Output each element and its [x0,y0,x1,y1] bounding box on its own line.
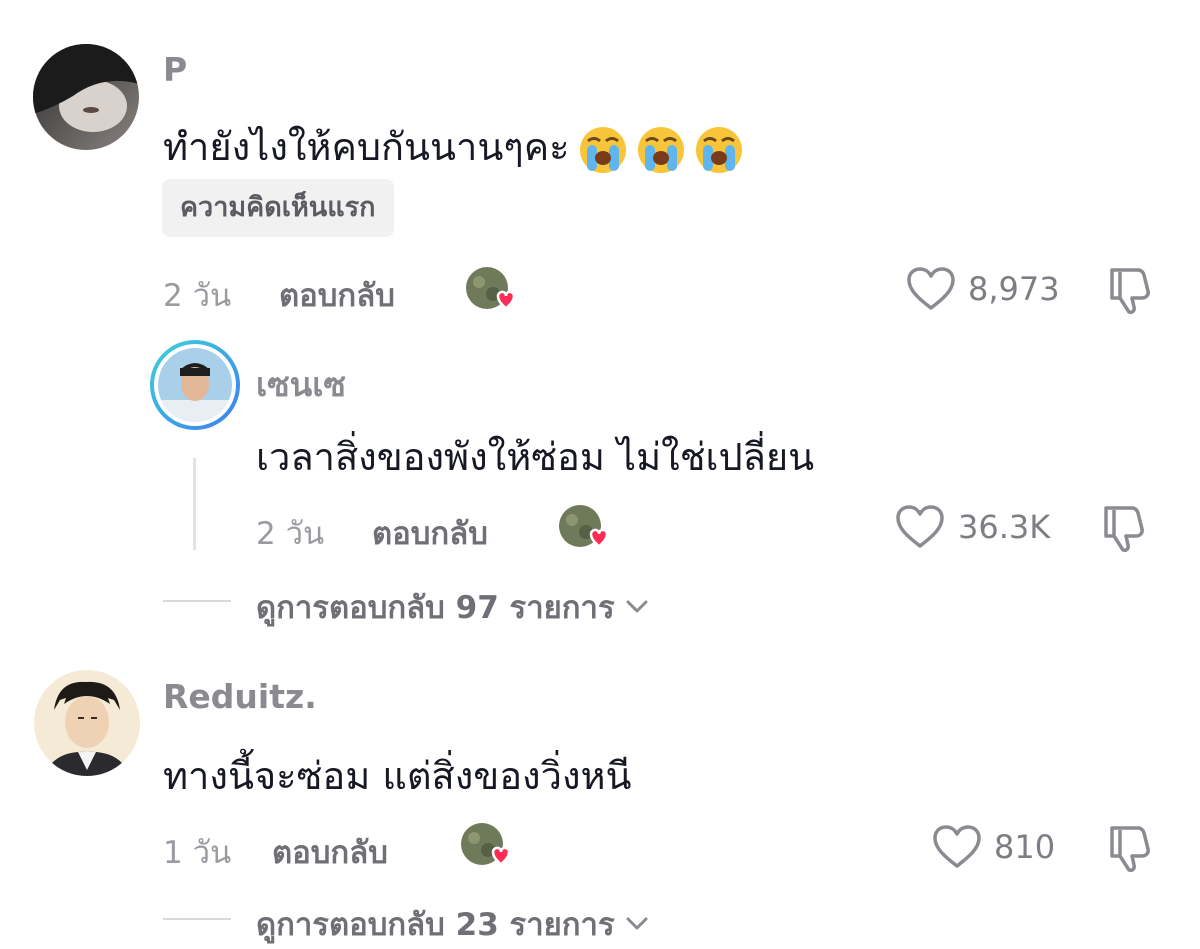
like-count: 810 [994,828,1056,866]
reply-thread-line [193,458,196,550]
chevron-down-icon [625,916,649,932]
divider [163,918,231,920]
comment-timestamp: 2 วัน [163,278,232,314]
avatar[interactable] [33,44,139,150]
view-replies-label: ดูการตอบกลับ 97 รายการ [256,590,615,626]
like-count: 36.3K [958,508,1051,546]
reply-username[interactable]: เซนเซ [256,358,346,411]
loudly-crying-face-icon [636,125,686,175]
comment-text-content: ทำยังไงให้คบกันนานๆคะ [163,125,570,169]
view-replies-label: ดูการตอบกลับ 23 รายการ [256,907,615,943]
heart-outline-icon[interactable] [895,504,945,550]
reply-button[interactable]: ตอบกลับ [372,508,488,558]
like-count: 8,973 [968,270,1060,308]
thumbs-down-outline-icon[interactable] [1098,502,1150,554]
view-replies-button[interactable]: ดูการตอบกลับ 97 รายการ [256,582,649,632]
chevron-down-icon [625,599,649,615]
avatar[interactable] [34,670,140,776]
comment-username[interactable]: Reduitz. [163,677,317,716]
view-replies-button[interactable]: ดูการตอบกลับ 23 รายการ [256,899,649,949]
creator-liked-heart-icon [558,504,609,550]
reply-button[interactable]: ตอบกลับ [272,827,388,877]
comment-username[interactable]: P [163,50,187,89]
first-comment-badge: ความคิดเห็นแรก [162,179,394,237]
reply-button[interactable]: ตอบกลับ [279,270,395,320]
comment-text: ทำยังไงให้คบกันนานๆคะ [163,116,744,177]
comment-timestamp: 1 วัน [163,835,232,871]
heart-outline-icon[interactable] [906,266,956,312]
reply-text: เวลาสิ่งของพังให้ซ่อม ไม่ใช่เปลี่ยน [256,435,815,479]
divider [163,600,231,602]
thumbs-down-outline-icon[interactable] [1104,264,1156,316]
creator-liked-heart-icon [460,822,511,868]
loudly-crying-face-icon [694,125,744,175]
creator-liked-heart-icon [465,266,516,312]
reply-timestamp: 2 วัน [256,516,325,552]
comment-text: ทางนี้จะซ่อม แต่สิ่งของวิ่งหนี [163,754,632,798]
thumbs-down-outline-icon[interactable] [1104,822,1156,874]
loudly-crying-face-icon [578,125,628,175]
avatar [158,348,232,422]
heart-outline-icon[interactable] [932,824,982,870]
avatar-story-ring[interactable] [150,340,240,430]
